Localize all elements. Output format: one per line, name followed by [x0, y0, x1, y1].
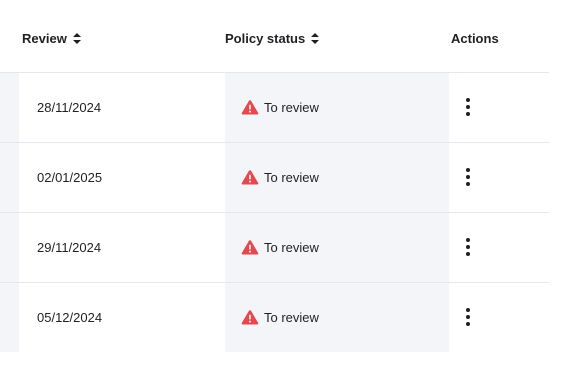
sort-icon[interactable] [311, 33, 320, 44]
column-header-actions: Actions [451, 31, 499, 46]
column-header-policy-status-label: Policy status [225, 31, 306, 46]
status-badge: To review [241, 239, 319, 255]
policy-status-cell: To review [225, 73, 449, 142]
column-header-review[interactable]: Review [22, 31, 81, 46]
review-date-cell: 29/11/2024 [19, 213, 225, 282]
policy-status-text: To review [264, 309, 319, 325]
row-lead-cell [0, 283, 19, 352]
status-badge: To review [241, 309, 319, 325]
warning-triangle-icon [241, 309, 259, 325]
actions-cell [449, 73, 549, 142]
table-row: 28/11/2024 To review [0, 73, 549, 143]
policy-status-text: To review [264, 239, 319, 255]
warning-triangle-icon [241, 239, 259, 255]
review-date: 29/11/2024 [37, 240, 102, 255]
policies-table: Review Policy status Actions 28/11/2024 … [0, 0, 549, 352]
column-header-actions-label: Actions [451, 31, 499, 46]
warning-triangle-icon [241, 99, 259, 115]
sort-icon[interactable] [72, 33, 81, 44]
more-vertical-icon[interactable] [462, 167, 474, 187]
actions-cell [449, 283, 549, 352]
column-header-review-label: Review [22, 31, 67, 46]
warning-triangle-icon [241, 169, 259, 185]
policy-status-text: To review [264, 99, 319, 115]
policy-status-cell: To review [225, 143, 449, 212]
table-header: Review Policy status Actions [0, 0, 549, 73]
status-badge: To review [241, 99, 319, 115]
actions-cell [449, 143, 549, 212]
row-lead-cell [0, 213, 19, 282]
status-badge: To review [241, 169, 319, 185]
table-row: 29/11/2024 To review [0, 213, 549, 283]
row-lead-cell [0, 143, 19, 212]
table-row: 02/01/2025 To review [0, 143, 549, 213]
review-date: 05/12/2024 [37, 310, 103, 325]
policy-status-text: To review [264, 169, 319, 185]
policy-status-cell: To review [225, 283, 449, 352]
review-date-cell: 05/12/2024 [19, 283, 225, 352]
table-row: 05/12/2024 To review [0, 283, 549, 352]
review-date-cell: 02/01/2025 [19, 143, 225, 212]
review-date-cell: 28/11/2024 [19, 73, 225, 142]
row-lead-cell [0, 73, 19, 142]
review-date: 28/11/2024 [37, 100, 102, 115]
more-vertical-icon[interactable] [462, 307, 474, 327]
more-vertical-icon[interactable] [462, 237, 474, 257]
actions-cell [449, 213, 549, 282]
column-header-policy-status[interactable]: Policy status [225, 31, 320, 46]
more-vertical-icon[interactable] [462, 97, 474, 117]
policy-status-cell: To review [225, 213, 449, 282]
review-date: 02/01/2025 [37, 170, 103, 185]
